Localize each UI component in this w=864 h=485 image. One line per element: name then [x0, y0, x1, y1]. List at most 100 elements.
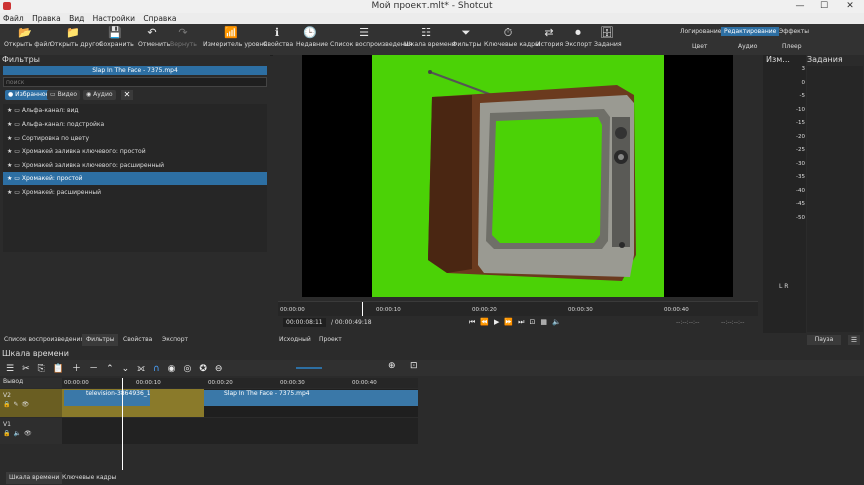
close-filters-button[interactable]: ✕: [121, 90, 133, 100]
list-item[interactable]: ★ ▭ Сортировка по цвету: [3, 132, 267, 145]
lock-icon[interactable]: 🔒: [3, 430, 13, 437]
menu-file[interactable]: Файл: [0, 13, 27, 24]
zoom-icon[interactable]: ⊡: [529, 318, 540, 326]
timeline-ruler[interactable]: 00:00:00 00:00:10 00:00:20 00:00:30 00:0…: [62, 378, 418, 388]
play-icon[interactable]: ▶: [494, 318, 504, 326]
timeline-button[interactable]: ☷ Шкала времени: [404, 24, 456, 55]
playlist-button[interactable]: ☰ Список воспроизведения: [330, 24, 413, 55]
snap-icon[interactable]: ∩: [153, 364, 168, 374]
layout-player[interactable]: Плеер: [782, 43, 802, 50]
layout-editing[interactable]: Редактирование: [721, 27, 780, 36]
tab-source[interactable]: Исходный: [279, 336, 311, 343]
menu-help[interactable]: Справка: [140, 13, 179, 24]
timeline-title: Шкала времени: [2, 349, 69, 358]
tab-favorites[interactable]: ● Избранное: [5, 90, 53, 100]
player-ruler[interactable]: 00:00:00 00:00:10 00:00:20 00:00:30 00:0…: [278, 301, 758, 316]
close-button[interactable]: ✕: [838, 0, 862, 13]
split-icon[interactable]: ⟗: [137, 364, 153, 374]
tab-audio[interactable]: ◉ Аудио: [83, 90, 116, 100]
video-viewport[interactable]: [302, 55, 733, 297]
skip-end-icon[interactable]: ⏭: [518, 318, 529, 326]
track-head-v1[interactable]: V1 🔒🔈👁: [0, 418, 62, 444]
list-item[interactable]: ★ ▭ Хромакей заливка ключевого: простой: [3, 145, 267, 158]
zoom-slider[interactable]: [296, 367, 322, 369]
clip-slap-in-the-face[interactable]: Slap In The Face - 7375.mp4: [204, 390, 418, 406]
filters-button[interactable]: ⏷ Фильтры: [452, 24, 481, 55]
tab-timeline[interactable]: Шкала времени: [6, 472, 63, 484]
zoom-out-icon[interactable]: ⊖: [215, 364, 231, 374]
overwrite-icon[interactable]: ⌄: [122, 364, 138, 374]
save-button[interactable]: 💾 Сохранить: [99, 24, 134, 55]
minimize-button[interactable]: —: [788, 0, 812, 13]
ripple-icon[interactable]: ◎: [184, 364, 200, 374]
clip-television[interactable]: television-3864936_1920: [64, 390, 150, 406]
properties-button[interactable]: ℹ Свойства: [263, 24, 293, 55]
redo-button[interactable]: ↷ Вернуть: [170, 24, 197, 55]
pause-button[interactable]: Пауза: [807, 335, 841, 345]
timeline-playhead[interactable]: [122, 378, 123, 470]
lift-icon[interactable]: ⌃: [106, 364, 122, 374]
scrub-icon[interactable]: ◉: [168, 364, 184, 374]
remove-icon[interactable]: －: [89, 364, 106, 374]
zoom-fit-icon[interactable]: ⊡: [410, 361, 418, 371]
volume-icon[interactable]: 🔈: [552, 318, 566, 326]
skip-start-icon[interactable]: ⏮: [469, 318, 480, 326]
track-head-v2[interactable]: V2 🔒✎👁: [0, 389, 62, 417]
grid-icon[interactable]: ▦: [540, 318, 552, 326]
tab-properties[interactable]: Свойства: [123, 334, 152, 346]
ripple-all-icon[interactable]: ✪: [199, 364, 215, 374]
list-item[interactable]: ★ ▭ Хромакей заливка ключевого: расширен…: [3, 159, 267, 172]
position-timecode[interactable]: 00:00:08:11: [283, 318, 326, 327]
zoom-in-icon[interactable]: ⊕: [388, 361, 396, 371]
menu-edit[interactable]: Правка: [29, 13, 64, 24]
eye-icon[interactable]: 👁: [22, 401, 33, 408]
playhead[interactable]: [362, 302, 363, 316]
layout-logging[interactable]: Логирование: [680, 28, 721, 35]
copy-icon[interactable]: ⎘: [38, 364, 53, 374]
open-other-button[interactable]: 📁 Открыть другое: [50, 24, 103, 55]
jobs-menu-button[interactable]: ☰: [848, 335, 860, 345]
tab-filters[interactable]: Фильтры: [82, 334, 119, 346]
jobs-panel-title: Задания: [807, 55, 843, 64]
rewind-icon[interactable]: ⏪: [480, 318, 494, 326]
list-item[interactable]: ★ ▭ Альфа-канал: вид: [3, 104, 267, 117]
keyframes-button[interactable]: ⏱ Ключевые кадры: [484, 24, 540, 55]
in-point-timecode[interactable]: --:--:--:--: [676, 319, 699, 326]
maximize-button[interactable]: ☐: [812, 0, 836, 13]
cut-icon[interactable]: ✂: [22, 364, 38, 374]
audio-icon[interactable]: 🔈: [13, 430, 23, 437]
menu-icon[interactable]: ☰: [6, 364, 22, 374]
track-v2-controls[interactable]: 🔒✎👁: [3, 401, 62, 408]
lock-icon[interactable]: 🔒: [3, 401, 13, 408]
filter-search-input[interactable]: [3, 77, 267, 87]
append-icon[interactable]: ＋: [72, 364, 89, 374]
export-icon: ⏺: [575, 26, 581, 39]
tab-export[interactable]: Экспорт: [162, 334, 188, 346]
eye-icon[interactable]: 👁: [24, 430, 35, 437]
out-point-timecode[interactable]: --:--:--:--: [721, 319, 744, 326]
tab-keyframes[interactable]: Ключевые кадры: [62, 472, 116, 484]
menu-view[interactable]: Вид: [66, 13, 87, 24]
tab-video[interactable]: ▭ Видео: [47, 90, 81, 100]
layout-color[interactable]: Цвет: [692, 43, 707, 50]
list-item-selected[interactable]: ★ ▭ Хромакей: простой: [3, 172, 267, 185]
paste-icon[interactable]: 📋: [53, 364, 72, 374]
fast-forward-icon[interactable]: ⏩: [504, 318, 518, 326]
list-item[interactable]: ★ ▭ Хромакей: расширенный: [3, 186, 267, 199]
menu-settings[interactable]: Настройки: [90, 13, 138, 24]
list-item[interactable]: ★ ▭ Альфа-канал: подстройка: [3, 118, 267, 131]
folder-plus-icon: 📁: [66, 26, 80, 39]
open-file-button[interactable]: 📂 Открыть файл: [4, 24, 51, 55]
track-v1-controls[interactable]: 🔒🔈👁: [3, 430, 62, 437]
recent-button[interactable]: 🕒 Недавние: [296, 24, 328, 55]
tab-project[interactable]: Проект: [319, 336, 342, 343]
jobs-button[interactable]: 🗄 Задания: [594, 24, 622, 55]
history-button[interactable]: ⇄ История: [536, 24, 563, 55]
tab-playlist[interactable]: Список воспроизведения: [4, 334, 84, 346]
undo-button[interactable]: ↶ Отменить: [138, 24, 170, 55]
composite-icon[interactable]: ✎: [13, 401, 21, 408]
export-button[interactable]: ⏺ Экспорт: [565, 24, 592, 55]
layout-effects[interactable]: Эффекты: [779, 28, 809, 35]
level-meter-button[interactable]: 📶 Измеритель уровня: [203, 24, 267, 55]
layout-audio[interactable]: Аудио: [738, 43, 757, 50]
